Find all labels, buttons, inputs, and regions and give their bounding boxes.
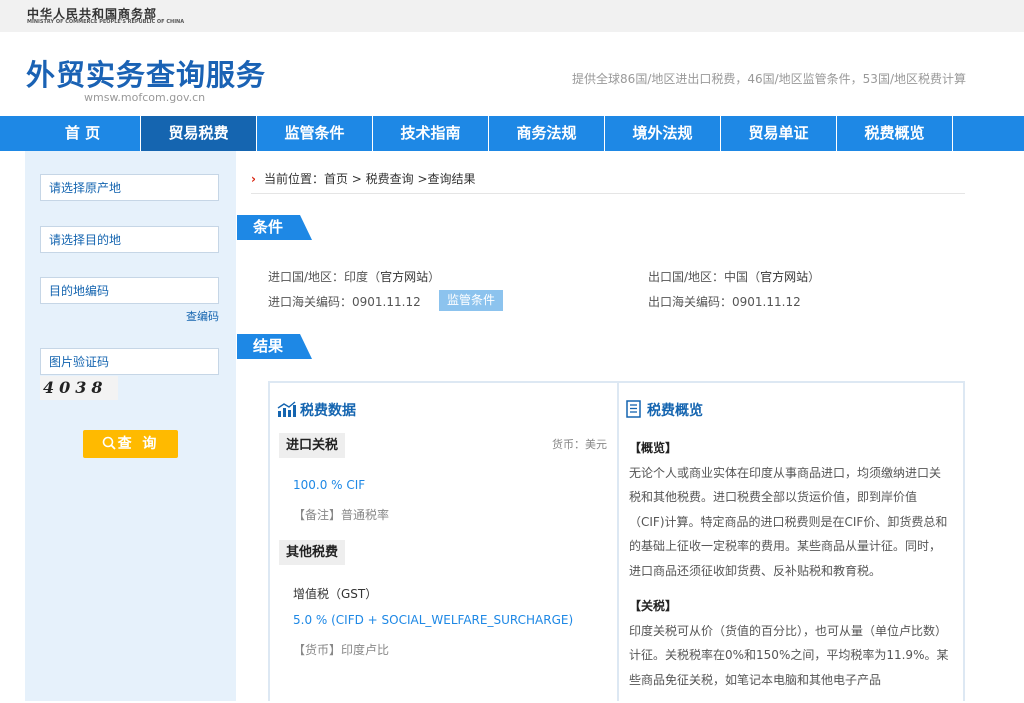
main-nav: 首 页 贸易税费 监管条件 技术指南 商务法规 境外法规 贸易单证 税费概览 — [0, 116, 1024, 151]
export-country-value: 中国 — [724, 270, 749, 284]
site-header: 外贸实务查询服务 wmsw.mofcom.gov.cn 提供全球86国/地区进出… — [0, 32, 1024, 116]
ministry-bar: 中华人民共和国商务部 MINISTRY OF COMMERCE PEOPLE'S… — [0, 0, 1024, 32]
export-code-label: 出口海关编码： — [648, 295, 733, 309]
breadcrumb: › 当前位置：首页 > 税费查询 >查询结果 — [251, 170, 476, 187]
overview-body: 无论个人或商业实体在印度从事商品进口，均须缴纳进口关税和其他税费。进口税费全部以… — [629, 465, 948, 578]
site-domain: wmsw.mofcom.gov.cn — [84, 91, 206, 104]
other-tax-heading: 其他税费 — [279, 540, 346, 565]
import-country-value: 印度 — [344, 270, 369, 284]
search-sidebar: 请选择原产地 请选择目的地 目的地编码 查编码 图片验证码 4038 查 询 — [25, 151, 236, 701]
import-country: 进口国/地区：印度（官方网站） — [268, 270, 441, 284]
chevron-right-icon: › — [251, 172, 256, 186]
search-button-label: 查 询 — [117, 436, 160, 452]
tax-overview-text: 【概览】无论个人或商业实体在印度从事商品进口，均须缴纳进口关税和其他税费。进口税… — [629, 436, 951, 703]
duty-heading: 【关税】 — [629, 599, 678, 613]
captcha-input[interactable]: 图片验证码 — [40, 348, 219, 375]
import-country-label: 进口国/地区： — [268, 270, 345, 284]
origin-select[interactable]: 请选择原产地 — [40, 174, 219, 201]
export-country-label: 出口国/地区： — [648, 270, 725, 284]
nav-item-tech-guide[interactable]: 技术指南 — [373, 116, 489, 151]
tax-data-title: 税费数据 — [300, 403, 356, 419]
tax-overview-header: 税费概览 — [626, 400, 703, 420]
import-duty-rate: 100.0 % CIF — [293, 478, 366, 492]
export-official-link[interactable]: 官方网站 — [760, 270, 808, 284]
nav-item-trade-docs[interactable]: 贸易单证 — [721, 116, 837, 151]
import-code-value: 0901.11.12 — [352, 295, 421, 309]
conditions-section-label: 条件 — [237, 215, 312, 240]
nav-item-foreign-law[interactable]: 境外法规 — [605, 116, 721, 151]
hs-code-input[interactable]: 目的地编码 — [40, 277, 219, 304]
gst-rate: 5.0 % (CIFD + SOCIAL_WELFARE_SURCHARGE) — [293, 613, 574, 627]
import-code: 进口海关编码：0901.11.12 — [268, 293, 421, 310]
document-icon — [626, 400, 641, 418]
import-code-label: 进口海关编码： — [268, 295, 353, 309]
gst-label: 增值税（GST） — [293, 587, 378, 601]
import-official-link[interactable]: 官方网站 — [380, 270, 428, 284]
nav-item-home[interactable]: 首 页 — [25, 116, 141, 151]
destination-select[interactable]: 请选择目的地 — [40, 226, 219, 253]
duty-body: 印度关税可从价（货值的百分比），也可从量（单位卢比数）计征。关税税率在0%和15… — [629, 623, 949, 687]
chart-trend-icon — [277, 401, 296, 417]
export-code: 出口海关编码：0901.11.12 — [648, 293, 801, 310]
export-code-value: 0901.11.12 — [732, 295, 801, 309]
tax-data-header: 税费数据 — [277, 400, 356, 420]
panel-divider — [617, 381, 619, 701]
site-title[interactable]: 外贸实务查询服务 — [26, 52, 266, 94]
nav-item-commerce-law[interactable]: 商务法规 — [489, 116, 605, 151]
search-button[interactable]: 查 询 — [83, 430, 178, 458]
nav-item-tax-overview[interactable]: 税费概览 — [837, 116, 953, 151]
gst-note: 【货币】印度卢比 — [293, 643, 390, 657]
divider — [251, 193, 965, 194]
breadcrumb-text[interactable]: 当前位置：首页 > 税费查询 >查询结果 — [264, 172, 476, 186]
search-icon — [102, 436, 116, 450]
import-duty-note: 【备注】普通税率 — [293, 508, 390, 522]
site-tagline: 提供全球86国/地区进出口税费，46国/地区监管条件，53国/地区税费计算 — [572, 72, 966, 86]
nav-item-trade-tax[interactable]: 贸易税费 — [141, 116, 257, 151]
tax-overview-title: 税费概览 — [647, 403, 703, 419]
import-duty-heading: 进口关税 — [279, 433, 346, 458]
regulation-badge[interactable]: 监管条件 — [439, 290, 503, 311]
currency-label: 货币：美元 — [552, 438, 607, 451]
nav-item-regulation[interactable]: 监管条件 — [257, 116, 373, 151]
overview-heading: 【概览】 — [629, 441, 678, 455]
export-country: 出口国/地区：中国（官方网站） — [648, 270, 821, 284]
ministry-name-en: MINISTRY OF COMMERCE PEOPLE'S REPUBLIC O… — [27, 19, 185, 25]
lookup-code-link[interactable]: 查编码 — [186, 308, 219, 324]
captcha-image[interactable]: 4038 — [40, 376, 118, 400]
results-section-label: 结果 — [237, 334, 312, 359]
